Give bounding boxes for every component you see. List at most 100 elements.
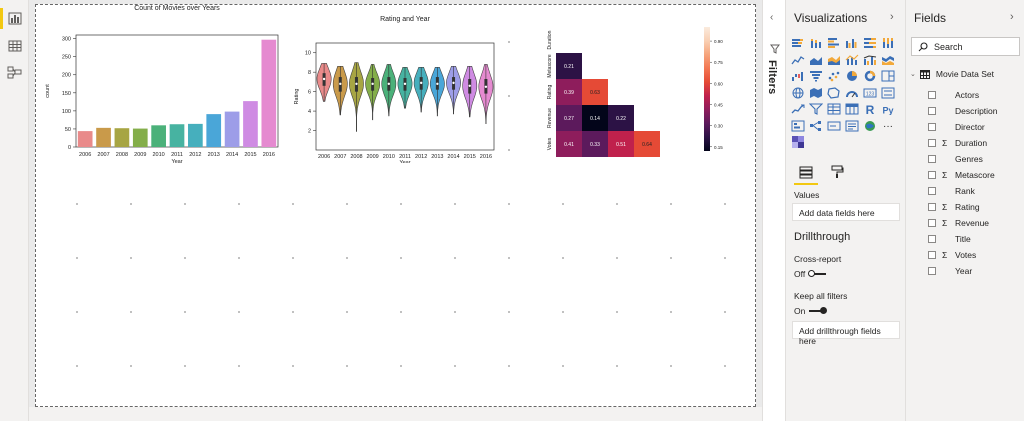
- svg-text:R: R: [866, 103, 875, 115]
- gauge-icon[interactable]: [845, 87, 859, 99]
- stacked-bar-icon[interactable]: [791, 37, 805, 49]
- sigma-icon: Σ: [942, 170, 948, 180]
- bar-2014: [224, 111, 240, 147]
- x-tick-label: 2012: [189, 152, 201, 158]
- sigma-icon: Σ: [942, 250, 948, 260]
- svg-text:Py: Py: [882, 106, 893, 116]
- field-title[interactable]: Title: [928, 233, 971, 245]
- violin-median: [387, 82, 391, 86]
- custom-visual-icon[interactable]: [791, 136, 805, 148]
- y-tick-label: 8: [308, 70, 311, 76]
- waterfall-icon[interactable]: [791, 70, 805, 82]
- stacked-area-icon[interactable]: [827, 54, 841, 66]
- card-icon[interactable]: 123: [863, 87, 877, 99]
- clustered-bar-icon[interactable]: [827, 37, 841, 49]
- ribbon-chart-icon[interactable]: [881, 54, 895, 66]
- field-checkbox[interactable]: [928, 219, 936, 227]
- multi-row-card-icon[interactable]: [881, 87, 895, 99]
- clustered-column-icon[interactable]: [845, 37, 859, 49]
- field-checkbox[interactable]: [928, 251, 936, 259]
- stacked-column-icon[interactable]: [809, 37, 823, 49]
- field-year[interactable]: Year: [928, 265, 972, 277]
- fields-search-input[interactable]: Search: [911, 37, 1020, 56]
- violin-chart-title: Rating and Year: [380, 16, 430, 23]
- r-script-visual-icon[interactable]: R: [863, 103, 877, 115]
- line-chart-icon[interactable]: [791, 54, 805, 66]
- map-icon[interactable]: [791, 87, 805, 99]
- left-navigation: [0, 0, 29, 421]
- collapse-fields-chevron-icon[interactable]: ›: [1010, 11, 1014, 23]
- field-rank[interactable]: Rank: [928, 185, 975, 197]
- keep-all-filters-state: On: [794, 306, 806, 316]
- matrix-icon[interactable]: [845, 103, 859, 115]
- field-rating[interactable]: Σ Rating: [928, 201, 980, 213]
- field-metascore[interactable]: Σ Metascore: [928, 169, 995, 181]
- data-view-icon[interactable]: [4, 35, 25, 56]
- field-description[interactable]: Description: [928, 105, 998, 117]
- treemap-icon[interactable]: [881, 70, 895, 82]
- funnel-icon[interactable]: [809, 70, 823, 82]
- 100-stacked-bar-icon[interactable]: [863, 37, 877, 49]
- drillthrough-well[interactable]: Add drillthrough fields here: [792, 321, 900, 346]
- x-tick-label: 2013: [208, 152, 220, 158]
- table-movie-data-set[interactable]: ⌄ Movie Data Set: [910, 69, 994, 79]
- field-checkbox[interactable]: [928, 187, 936, 195]
- 100-stacked-column-icon[interactable]: [881, 37, 895, 49]
- field-checkbox[interactable]: [928, 139, 936, 147]
- smart-narrative-icon[interactable]: [845, 120, 859, 132]
- decomposition-tree-icon[interactable]: [809, 120, 823, 132]
- line-and-clustered-column-icon[interactable]: [863, 54, 877, 66]
- rating-violin-visual[interactable]: Rating and Year 2 4 6 8 10 Rating 2006 2007 2008 2…: [281, 5, 496, 163]
- more-visuals-icon[interactable]: ···: [881, 120, 895, 132]
- table-visual-icon[interactable]: [827, 103, 841, 115]
- line-and-column-icon[interactable]: [845, 54, 859, 66]
- cross-report-toggle[interactable]: Off: [794, 269, 827, 279]
- field-checkbox[interactable]: [928, 203, 936, 211]
- report-view-icon[interactable]: [0, 8, 25, 29]
- field-actors[interactable]: Actors: [928, 89, 979, 101]
- movies-per-year-visual[interactable]: Count of Movies over Years 0 50 100 150 200 25…: [36, 5, 281, 163]
- visualizations-tabs: [794, 163, 898, 185]
- key-influencers-icon[interactable]: [791, 120, 805, 132]
- keep-all-filters-toggle[interactable]: On: [794, 306, 828, 316]
- search-icon: [918, 42, 928, 52]
- field-duration[interactable]: Σ Duration: [928, 137, 987, 149]
- report-page[interactable]: Count of Movies over Years 0 50 100 150 200 25…: [35, 4, 756, 407]
- expand-filters-chevron-icon[interactable]: ‹: [770, 12, 773, 23]
- donut-chart-icon[interactable]: [863, 70, 877, 82]
- collapse-visualizations-chevron-icon[interactable]: ›: [890, 11, 894, 23]
- field-director[interactable]: Director: [928, 121, 985, 133]
- shape-map-icon[interactable]: [827, 86, 841, 99]
- field-checkbox[interactable]: [928, 267, 936, 275]
- y-tick-label: 100: [62, 109, 71, 115]
- field-checkbox[interactable]: [928, 155, 936, 163]
- pie-chart-icon[interactable]: [845, 70, 859, 82]
- model-view-icon[interactable]: [4, 62, 25, 83]
- values-well[interactable]: Add data fields here: [792, 203, 900, 221]
- visualizations-pane: Visualizations › 123 R Py ··· Values Add…: [786, 0, 906, 421]
- slicer-icon[interactable]: [809, 103, 823, 115]
- x-tick-label: 2015: [244, 152, 256, 158]
- field-checkbox[interactable]: [928, 235, 936, 243]
- kpi-icon[interactable]: [791, 103, 805, 115]
- heatmap-svg: 0.21 0.39 0.63 0.27 0.14 0.22 0.41 0.33 0.51 0.64…: [547, 27, 723, 157]
- field-votes[interactable]: Σ Votes: [928, 249, 976, 261]
- filters-pane-collapsed[interactable]: ‹ Filters: [762, 0, 786, 421]
- field-revenue[interactable]: Σ Revenue: [928, 217, 989, 229]
- x-tick-label: 2014: [226, 152, 238, 158]
- field-checkbox[interactable]: [928, 123, 936, 131]
- format-paint-roller-icon[interactable]: [830, 165, 844, 179]
- expand-table-chevron-icon[interactable]: ⌄: [910, 70, 916, 78]
- correlation-heatmap-visual[interactable]: 0.21 0.39 0.63 0.27 0.14 0.22 0.41 0.33 0.51 0.64…: [526, 5, 726, 160]
- field-checkbox[interactable]: [928, 171, 936, 179]
- fields-well-tab-icon[interactable]: [799, 165, 813, 179]
- area-chart-icon[interactable]: [809, 54, 823, 66]
- field-checkbox[interactable]: [928, 107, 936, 115]
- arcgis-map-icon[interactable]: [863, 120, 877, 132]
- python-visual-icon[interactable]: Py: [881, 103, 895, 116]
- qa-visual-icon[interactable]: [827, 120, 841, 132]
- field-checkbox[interactable]: [928, 91, 936, 99]
- scatter-chart-icon[interactable]: [827, 70, 841, 82]
- field-genres[interactable]: Genres: [928, 153, 983, 165]
- filled-map-icon[interactable]: [809, 87, 823, 99]
